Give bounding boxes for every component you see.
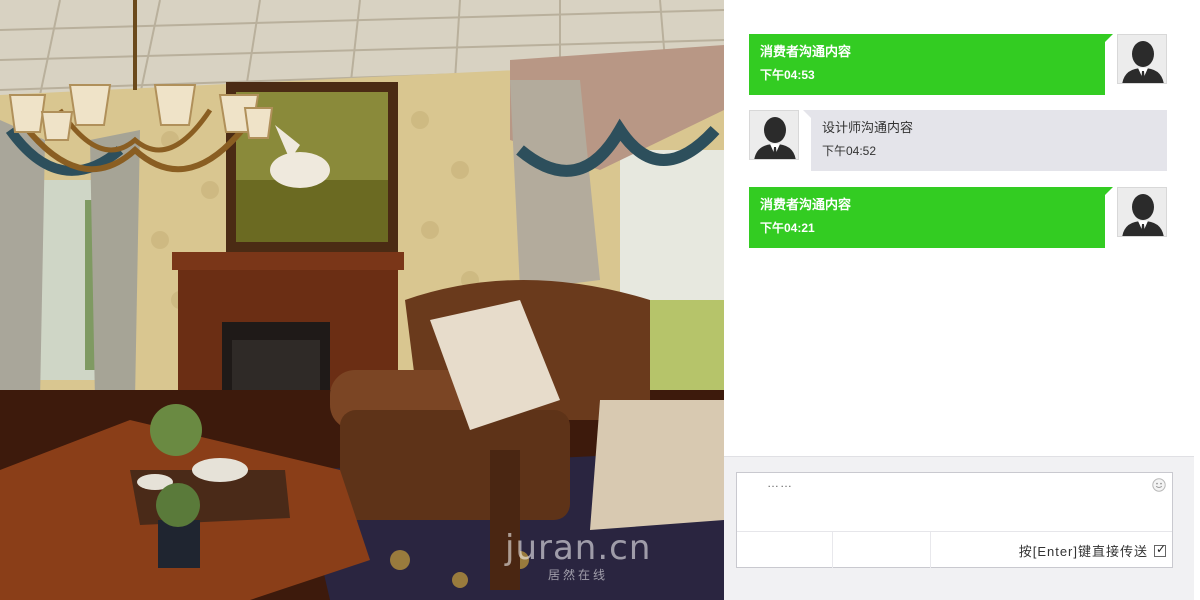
message-text: 消费者沟通内容 <box>760 44 852 59</box>
message-time: 下午04:52 <box>822 144 877 158</box>
watermark-logo: juran.cn <box>505 528 652 568</box>
message-consumer: 消费者沟通内容 下午04:53 <box>749 34 1167 96</box>
message-text: 设计师沟通内容 <box>822 120 914 135</box>
designer-avatar-icon[interactable] <box>749 110 799 160</box>
message-text: 消费者沟通内容 <box>760 197 852 212</box>
living-room-illustration <box>0 0 724 600</box>
panel-edge <box>1194 456 1200 600</box>
composer-box: 按[Enter]键直接传送 <box>736 472 1173 568</box>
toolbar-slot[interactable] <box>737 532 833 568</box>
message-designer: 设计师沟通内容 下午04:52 <box>749 110 1167 172</box>
message-bubble: 消费者沟通内容 下午04:21 <box>749 187 1113 248</box>
message-bubble: 设计师沟通内容 下午04:52 <box>803 110 1167 171</box>
message-time: 下午04:21 <box>760 221 815 235</box>
smiley-icon[interactable] <box>1152 478 1166 492</box>
toolbar-slot[interactable] <box>833 532 931 568</box>
message-bubble: 消费者沟通内容 下午04:53 <box>749 34 1113 95</box>
consumer-avatar-icon[interactable] <box>1117 187 1167 237</box>
message-consumer: 消费者沟通内容 下午04:21 <box>749 187 1167 249</box>
consumer-avatar-icon[interactable] <box>1117 34 1167 84</box>
send-on-enter-label: 按[Enter]键直接传送 <box>1018 544 1148 559</box>
chat-message-list[interactable]: 消费者沟通内容 下午04:53 设计师沟通内容 下午04:52 消费者沟通内容 … <box>724 0 1200 456</box>
composer-area: 按[Enter]键直接传送 <box>724 456 1194 600</box>
interior-photo: juran.cn 居然在线 <box>0 0 724 600</box>
checkbox-checked-icon[interactable] <box>1154 542 1167 557</box>
watermark-subtitle: 居然在线 <box>548 568 609 582</box>
send-on-enter-option[interactable]: 按[Enter]键直接传送 <box>1018 541 1167 560</box>
composer-toolbar: 按[Enter]键直接传送 <box>737 531 1172 568</box>
message-time: 下午04:53 <box>760 68 815 82</box>
message-input[interactable] <box>737 473 1172 532</box>
